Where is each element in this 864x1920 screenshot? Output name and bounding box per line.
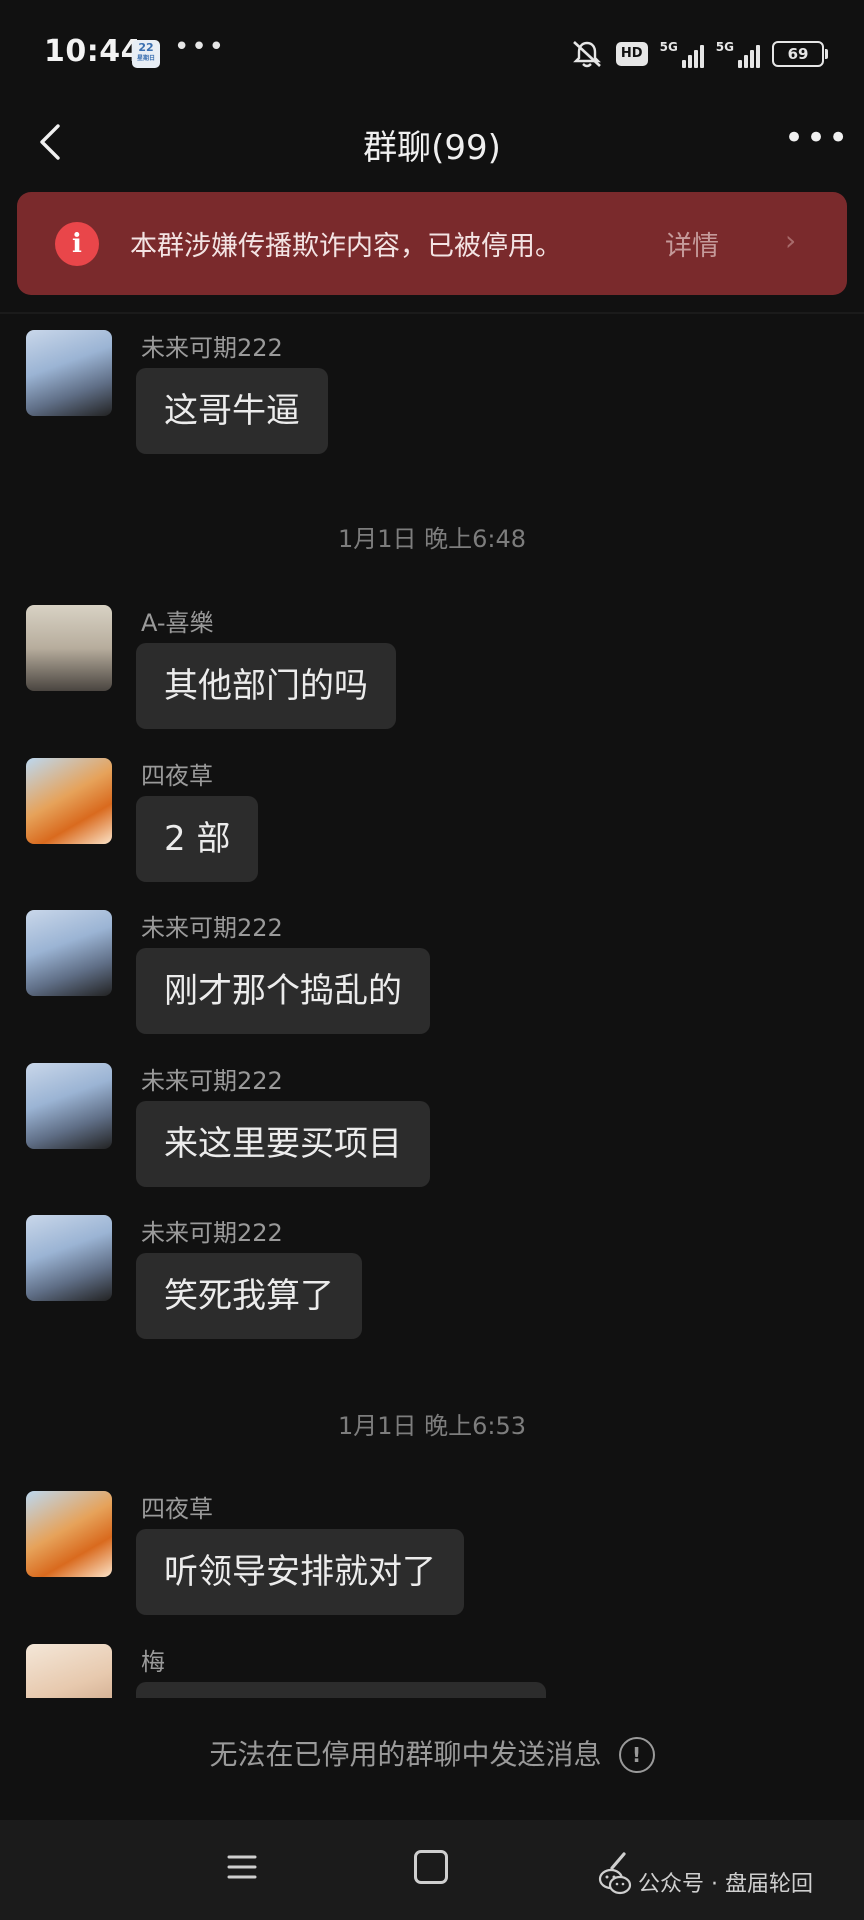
- avatar[interactable]: [26, 758, 112, 844]
- sender-name: 四夜草: [141, 762, 213, 790]
- details-link[interactable]: 详情: [665, 224, 719, 263]
- sender-name: 四夜草: [141, 1495, 213, 1523]
- group-disabled-banner[interactable]: i 本群涉嫌传播欺诈内容，已被停用。 详情 ›: [17, 192, 847, 295]
- sender-name: 梅: [141, 1648, 165, 1676]
- sender-name: A-喜樂: [141, 609, 214, 637]
- message-bubble[interactable]: [136, 1682, 546, 1698]
- muted-bell-icon: [573, 41, 601, 68]
- sender-name: 未来可期222: [141, 914, 283, 942]
- message-bubble[interactable]: 其他部门的吗: [136, 643, 396, 729]
- calendar-notification-icon: 22 星期日: [132, 40, 160, 68]
- status-icons: HD 5G 5G 69: [570, 38, 828, 70]
- avatar[interactable]: [26, 1644, 112, 1698]
- divider: [0, 312, 864, 314]
- status-bar: 10:44 22 星期日 ••• HD 5G 5G 69: [0, 0, 864, 108]
- signal-1-icon: 5G: [660, 40, 704, 68]
- calendar-sub: 星期日: [136, 55, 155, 62]
- message-bubble[interactable]: 听领导安排就对了: [136, 1529, 464, 1615]
- avatar[interactable]: [26, 910, 112, 996]
- chevron-right-icon: ›: [785, 224, 797, 257]
- avatar[interactable]: [26, 330, 112, 416]
- message-bubble[interactable]: 这哥牛逼: [136, 368, 328, 454]
- sender-name: 未来可期222: [141, 1219, 283, 1247]
- avatar[interactable]: [26, 605, 112, 691]
- timestamp: 1月1日 晚上6:53: [337, 1412, 527, 1440]
- send-disabled-notice: 无法在已停用的群聊中发送消息 !: [0, 1720, 864, 1790]
- info-icon[interactable]: !: [618, 1737, 655, 1773]
- calendar-day: 22: [138, 41, 154, 54]
- message-bubble[interactable]: 2 部: [136, 796, 259, 882]
- avatar[interactable]: [26, 1215, 112, 1301]
- recent-apps-icon[interactable]: [226, 1852, 258, 1882]
- sender-name: 未来可期222: [141, 334, 283, 362]
- signal-2-icon: 5G: [716, 40, 760, 68]
- battery-icon: 69: [772, 41, 828, 67]
- wechat-icon: [598, 1868, 632, 1895]
- timestamp: 1月1日 晚上6:48: [337, 525, 527, 553]
- system-navigation-bar: 公众号 · 盘届轮回: [0, 1820, 864, 1920]
- banner-message: 本群涉嫌传播欺诈内容，已被停用。: [130, 231, 562, 262]
- chat-header: 群聊(99) •••: [0, 100, 864, 184]
- message-bubble[interactable]: 笑死我算了: [136, 1253, 362, 1339]
- sender-name: 未来可期222: [141, 1067, 283, 1095]
- message-list[interactable]: 未来可期222 这哥牛逼 1月1日 晚上6:48 A-喜樂 其他部门的吗 四夜草…: [0, 316, 864, 1698]
- message-bubble[interactable]: 刚才那个捣乱的: [136, 948, 430, 1034]
- hd-voice-icon: HD: [615, 42, 648, 66]
- home-icon[interactable]: [414, 1850, 448, 1884]
- warning-info-icon: i: [55, 222, 99, 266]
- avatar[interactable]: [26, 1063, 112, 1149]
- watermark-text: 公众号 · 盘届轮回: [638, 1872, 813, 1897]
- more-options-icon[interactable]: •••: [784, 118, 848, 166]
- avatar[interactable]: [26, 1491, 112, 1577]
- status-time: 10:44: [44, 34, 142, 69]
- watermark: 公众号 · 盘届轮回: [598, 1866, 813, 1898]
- disabled-message: 无法在已停用的群聊中发送消息: [209, 1738, 602, 1771]
- more-notifications-icon: •••: [174, 32, 227, 62]
- network-type-2: 5G: [715, 40, 734, 54]
- chat-title: 群聊(99): [363, 128, 501, 168]
- message-bubble[interactable]: 来这里要买项目: [136, 1101, 430, 1187]
- network-type-1: 5G: [659, 40, 678, 54]
